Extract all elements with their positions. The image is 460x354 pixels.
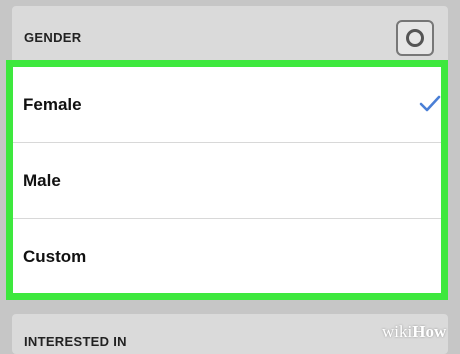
watermark-prefix: wiki [382, 322, 413, 341]
checkmark-icon [419, 95, 441, 112]
option-female-label: Female [23, 94, 82, 114]
option-custom-label: Custom [23, 247, 87, 266]
radio-ring-icon [406, 29, 424, 47]
gender-toggle-button[interactable] [396, 20, 434, 56]
interested-section-title: INTERESTED IN [24, 334, 127, 349]
option-female[interactable]: Female [13, 67, 441, 143]
option-custom[interactable]: Custom [13, 219, 441, 295]
option-male-label: Male [23, 170, 61, 190]
wikihow-watermark: wikiHow [382, 322, 446, 342]
gender-section-title: GENDER [24, 30, 82, 45]
option-male[interactable]: Male [13, 143, 441, 219]
gender-options-list: Female Male Custom [6, 60, 448, 300]
watermark-suffix: How [412, 322, 447, 341]
